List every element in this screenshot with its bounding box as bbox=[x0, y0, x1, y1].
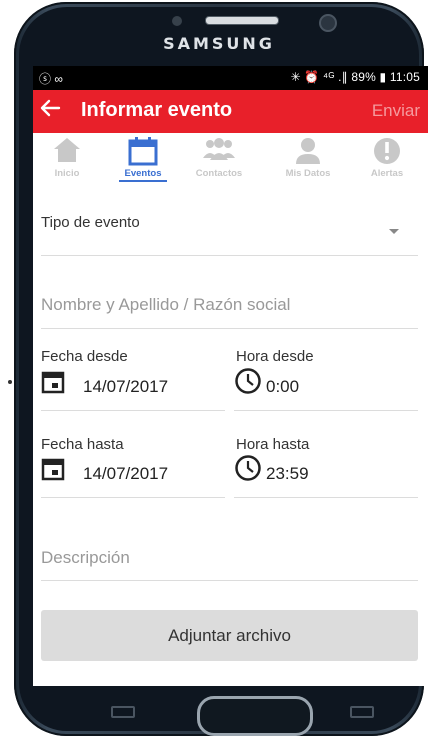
date-from-label: Fecha desde bbox=[41, 348, 128, 365]
event-type-placeholder: Tipo de evento bbox=[41, 214, 140, 231]
tab-mis-datos[interactable]: Mis Datos bbox=[274, 133, 342, 183]
tab-bar: Inicio Eventos Contactos Mis Datos Alert… bbox=[33, 133, 428, 183]
home-button[interactable] bbox=[197, 696, 313, 736]
status-right-info: ✳ ⏰ ⁴ᴳ .∥ 89% ▮ 11:05 bbox=[290, 70, 420, 84]
calendar-icon bbox=[41, 371, 65, 394]
name-placeholder: Nombre y Apellido / Razón social bbox=[41, 295, 291, 314]
clock-icon bbox=[235, 368, 261, 394]
send-button[interactable]: Enviar bbox=[372, 101, 420, 121]
status-left-icons: ⓢ ∞ bbox=[39, 72, 63, 86]
app-bar: Informar evento Enviar bbox=[33, 90, 428, 133]
people-icon bbox=[203, 138, 235, 160]
time-from-value: 0:00 bbox=[266, 377, 300, 396]
date-to-value: 14/07/2017 bbox=[83, 464, 169, 483]
calendar-icon bbox=[41, 458, 65, 481]
tab-eventos[interactable]: Eventos bbox=[109, 133, 177, 183]
chevron-down-icon bbox=[389, 229, 399, 234]
tab-label: Mis Datos bbox=[285, 168, 331, 179]
tab-label: Eventos bbox=[124, 168, 162, 179]
home-icon bbox=[54, 138, 80, 162]
tab-inicio[interactable]: Inicio bbox=[33, 133, 101, 183]
tab-contactos[interactable]: Contactos bbox=[185, 133, 253, 183]
tab-alertas[interactable]: Alertas bbox=[353, 133, 421, 183]
hardware-back-icon[interactable] bbox=[111, 706, 135, 718]
field-underline bbox=[41, 328, 418, 329]
alert-icon bbox=[374, 138, 400, 164]
field-underline bbox=[234, 410, 418, 411]
field-underline bbox=[41, 255, 418, 256]
hardware-recent-icon[interactable] bbox=[350, 706, 374, 718]
tab-label: Inicio bbox=[54, 168, 80, 179]
time-to-value: 23:59 bbox=[266, 464, 309, 483]
tab-label: Alertas bbox=[370, 168, 404, 179]
back-arrow-icon[interactable] bbox=[39, 97, 69, 126]
page-title: Informar evento bbox=[81, 99, 233, 121]
tab-label: Contactos bbox=[195, 168, 243, 179]
date-to-label: Fecha hasta bbox=[41, 436, 124, 453]
front-camera-icon bbox=[319, 14, 337, 32]
active-tab-indicator bbox=[119, 180, 167, 182]
person-icon bbox=[296, 138, 320, 164]
description-placeholder: Descripción bbox=[41, 548, 130, 567]
clock-icon bbox=[235, 455, 261, 481]
device-brand: SAMSUNG bbox=[163, 34, 275, 53]
field-underline bbox=[41, 580, 418, 581]
field-underline bbox=[234, 497, 418, 498]
time-from-label: Hora desde bbox=[236, 348, 314, 365]
stray-dot bbox=[8, 380, 12, 384]
field-underline bbox=[41, 497, 225, 498]
field-underline bbox=[41, 410, 225, 411]
app-screen: ⓢ ∞ ✳ ⏰ ⁴ᴳ .∥ 89% ▮ 11:05 Informar event… bbox=[33, 66, 428, 686]
date-from-value: 14/07/2017 bbox=[83, 377, 169, 396]
calendar-icon bbox=[128, 137, 158, 166]
status-bar: ⓢ ∞ ✳ ⏰ ⁴ᴳ .∥ 89% ▮ 11:05 bbox=[33, 66, 428, 90]
speaker-grille bbox=[205, 16, 279, 25]
attach-file-button[interactable]: Adjuntar archivo bbox=[41, 610, 418, 661]
sensor-icon bbox=[172, 16, 182, 26]
time-to-label: Hora hasta bbox=[236, 436, 310, 453]
